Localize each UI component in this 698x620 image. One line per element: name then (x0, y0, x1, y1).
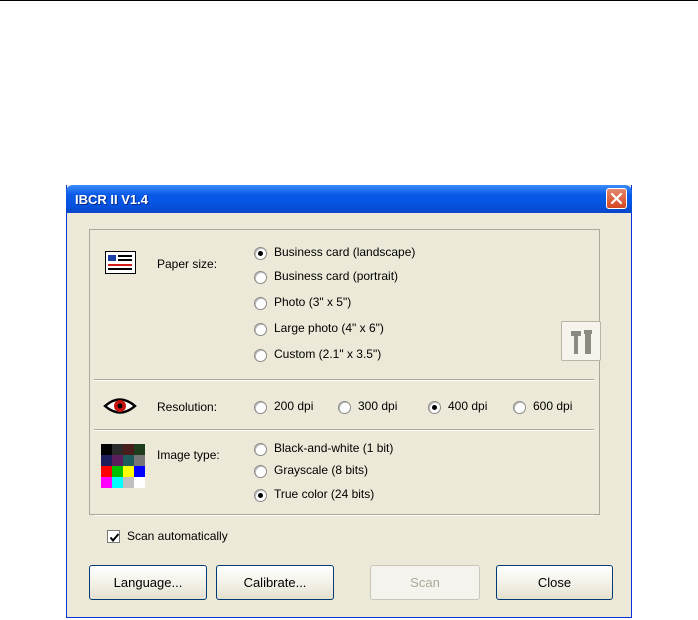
paper-option-label: Custom (2.1" x 3.5") (274, 347, 382, 361)
top-rule (0, 0, 698, 1)
eye-icon (103, 398, 137, 414)
close-button[interactable]: Close (496, 565, 613, 600)
separator (94, 379, 594, 381)
radio-image-bw[interactable] (254, 443, 267, 456)
scan-automatically-label: Scan automatically (127, 529, 228, 543)
resolution-option-label: 400 dpi (448, 399, 488, 413)
title-bar[interactable]: IBCR II V1.4 (66, 185, 632, 213)
business-card-icon (105, 251, 136, 274)
scan-button[interactable]: Scan (370, 565, 480, 600)
paper-option-label: Large photo (4" x 6") (274, 321, 384, 335)
radio-image-grayscale[interactable] (254, 465, 267, 478)
checkmark-icon (109, 533, 120, 543)
radio-paper-large-photo[interactable] (254, 323, 267, 336)
separator (94, 514, 594, 516)
image-type-option-label: Grayscale (8 bits) (274, 463, 369, 477)
calibrate-button[interactable]: Calibrate... (216, 565, 334, 600)
radio-paper-business-landscape[interactable] (254, 247, 267, 260)
language-button[interactable]: Language... (89, 565, 207, 600)
window-title: IBCR II V1.4 (75, 192, 148, 207)
scan-automatically-checkbox[interactable] (107, 530, 120, 543)
radio-resolution-600[interactable] (513, 401, 526, 414)
dialog-window: IBCR II V1.4 Paper size: Business card (… (66, 185, 632, 618)
radio-resolution-300[interactable] (338, 401, 351, 414)
radio-image-truecolor[interactable] (254, 489, 267, 502)
radio-paper-photo[interactable] (254, 297, 267, 310)
paper-size-label: Paper size: (157, 257, 218, 271)
paper-option-label: Photo (3" x 5") (274, 295, 352, 309)
paper-option-label: Business card (landscape) (274, 245, 416, 259)
resolution-option-label: 300 dpi (358, 399, 398, 413)
custom-size-settings-button[interactable] (561, 321, 601, 361)
radio-paper-custom[interactable] (254, 349, 267, 362)
resolution-label: Resolution: (157, 400, 218, 414)
tools-icon (571, 330, 592, 354)
separator (94, 429, 594, 431)
close-window-button[interactable] (606, 188, 627, 209)
resolution-option-label: 200 dpi (274, 399, 314, 413)
radio-resolution-400[interactable] (428, 401, 441, 414)
radio-resolution-200[interactable] (254, 401, 267, 414)
paper-option-label: Business card (portrait) (274, 269, 399, 283)
color-palette-icon (101, 444, 145, 488)
close-icon (610, 192, 623, 205)
image-type-option-label: True color (24 bits) (274, 487, 375, 501)
image-type-label: Image type: (157, 448, 220, 462)
image-type-option-label: Black-and-white (1 bit) (274, 441, 394, 455)
radio-paper-business-portrait[interactable] (254, 271, 267, 284)
resolution-option-label: 600 dpi (533, 399, 573, 413)
